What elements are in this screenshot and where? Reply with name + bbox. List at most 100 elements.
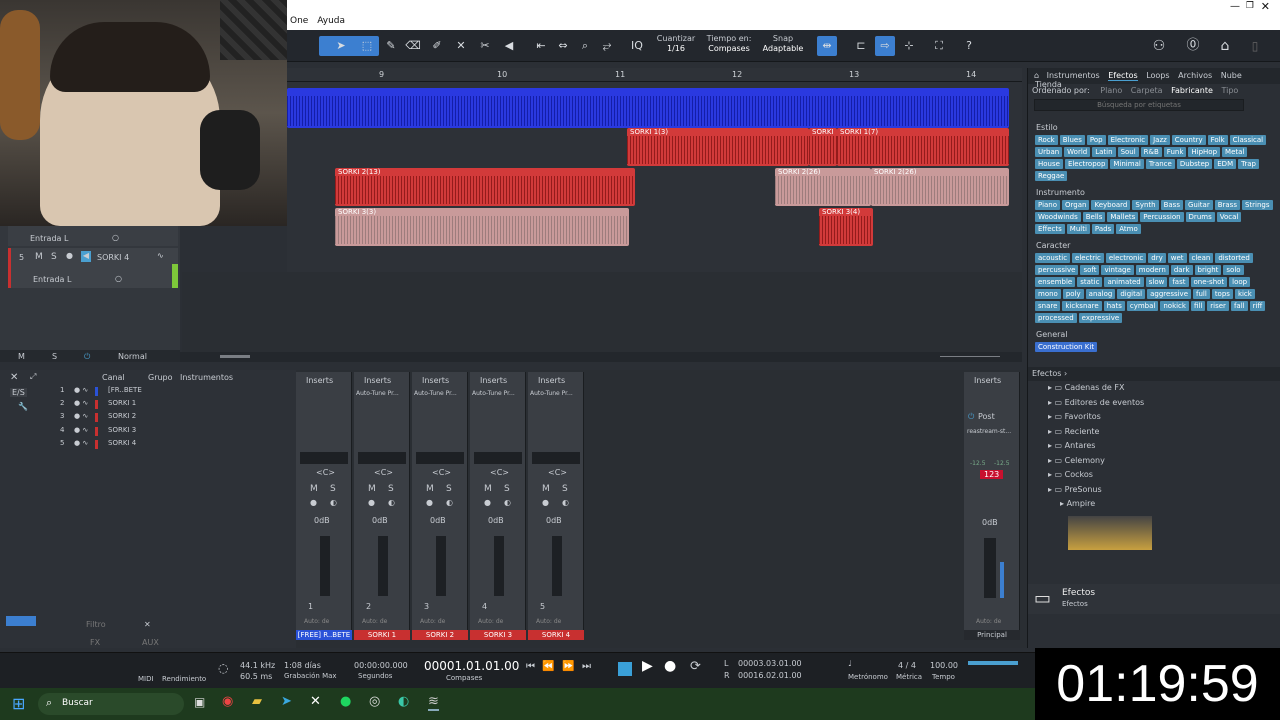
automation-mode[interactable]: Auto: de (478, 618, 503, 625)
record-icon[interactable]: ● (66, 251, 73, 260)
inserts-button[interactable]: Inserts (364, 376, 391, 385)
tree-item[interactable]: ▸ ▭ Celemony (1048, 456, 1280, 471)
autoscroll-icon[interactable]: ⇨ (875, 36, 895, 56)
close-icon[interactable]: ✕ (1261, 0, 1270, 13)
main-inserts[interactable]: Inserts (974, 376, 1001, 385)
sort-fabricante[interactable]: Fabricante (1171, 86, 1213, 95)
tag-caracter[interactable]: soft (1080, 265, 1100, 275)
tag-caracter[interactable]: digital (1117, 289, 1146, 299)
tag-instrumento[interactable]: Guitar (1184, 200, 1213, 210)
solo-button[interactable]: S (330, 484, 336, 494)
bend-tool-icon[interactable]: ⥂ (597, 36, 617, 56)
audio-device-icon[interactable]: ⓪ (1183, 36, 1203, 56)
main-fader[interactable] (984, 538, 996, 598)
inserts-button[interactable]: Inserts (306, 376, 333, 385)
piano-view-icon[interactable] (6, 616, 36, 626)
tag-estilo[interactable]: Urban (1035, 147, 1063, 157)
zoom-slider[interactable] (940, 356, 1000, 357)
tree-item[interactable]: ▸ ▭ Reciente (1048, 427, 1280, 442)
tag-caracter[interactable]: aggressive (1147, 289, 1192, 299)
automation-mode[interactable]: Auto: de (536, 618, 561, 625)
track-mode[interactable]: Normal (118, 352, 147, 361)
monitor-icon[interactable]: ◐ (330, 498, 337, 507)
expand-icon[interactable]: ⤢ (30, 372, 36, 382)
tree-item[interactable]: ▸ ▭ Antares (1048, 441, 1280, 456)
mute-tool-icon[interactable]: ✕ (451, 36, 471, 56)
tag-instrumento[interactable]: Drums (1185, 212, 1215, 222)
tab-archivos[interactable]: Archivos (1178, 71, 1212, 80)
record-icon[interactable]: ● (542, 498, 549, 507)
tag-caracter[interactable]: kicksnare (1062, 301, 1102, 311)
tag-caracter[interactable]: one-shot (1190, 277, 1228, 287)
scroll-thumb[interactable] (220, 355, 250, 358)
volume-fader[interactable] (494, 536, 504, 596)
tree-item[interactable]: ▸ ▭ Favoritos (1048, 412, 1280, 427)
restore-icon[interactable]: ❐ (1246, 1, 1254, 11)
tree-item[interactable]: ▸ ▭ Editores de eventos (1048, 398, 1280, 413)
post-power-icon[interactable]: ⏻ (968, 412, 974, 422)
inserts-button[interactable]: Inserts (422, 376, 449, 385)
insert-plugin[interactable]: Auto-Tune Pr... (530, 390, 573, 397)
audio-clip[interactable]: SORKI 1(7) (837, 128, 1009, 166)
tag-caracter[interactable]: animated (1104, 277, 1144, 287)
sort-plano[interactable]: Plano (1100, 86, 1122, 95)
home-tab-icon[interactable]: ⌂ (1034, 71, 1039, 80)
volume-fader[interactable] (378, 536, 388, 596)
tree-item[interactable]: ▸ ▭ PreSonus (1048, 485, 1280, 500)
record-button-icon[interactable]: ● (664, 658, 676, 674)
tag-caracter[interactable]: poly (1062, 289, 1084, 299)
rewind-start-icon[interactable]: ⏮ (526, 661, 535, 672)
tag-estilo[interactable]: Metal (1222, 147, 1248, 157)
channel-row[interactable]: 3 ● ∿ SORKI 2 (44, 412, 174, 425)
tag-caracter[interactable]: analog (1085, 289, 1116, 299)
iq-button[interactable]: IQ (627, 36, 647, 56)
channel-row[interactable]: 5 ● ∿ SORKI 4 (44, 439, 174, 452)
tab-nube[interactable]: Nube (1221, 71, 1242, 80)
tag-estilo[interactable]: Classical (1229, 135, 1267, 145)
record-dot-icon[interactable]: ○ (112, 233, 119, 242)
tab-instrumentos[interactable]: Instrumentos (1047, 71, 1100, 80)
tag-caracter[interactable]: modern (1135, 265, 1169, 275)
nudge-left-icon[interactable]: ⇤ (531, 36, 551, 56)
clip-indicator[interactable]: 123 (980, 470, 1004, 479)
tag-caracter[interactable]: wet (1167, 253, 1187, 263)
tag-instrumento[interactable]: Effects (1035, 224, 1065, 234)
blank-page-icon[interactable]: ▯ (1245, 36, 1265, 56)
volume-fader[interactable] (552, 536, 562, 596)
ampire-thumbnail[interactable] (1068, 515, 1152, 550)
tag-caracter[interactable]: electric (1072, 253, 1104, 263)
audio-clip[interactable]: SORKI 2(26) (871, 168, 1009, 206)
audio-clip[interactable]: SORKI (809, 128, 837, 166)
tag-caracter[interactable]: electronic (1105, 253, 1147, 263)
seconds-display[interactable]: 00:00:00.000 (354, 661, 408, 670)
tag-caracter[interactable]: static (1077, 277, 1103, 287)
fx-button[interactable]: FX (90, 638, 100, 647)
mute-all-button[interactable]: M (18, 352, 25, 361)
mute-button[interactable]: M (426, 484, 434, 494)
tag-caracter[interactable]: bright (1194, 265, 1222, 275)
tag-estilo[interactable]: EDM (1214, 159, 1237, 169)
tag-caracter[interactable]: clean (1188, 253, 1214, 263)
menu-one[interactable]: One (290, 16, 308, 26)
quantize-selector[interactable]: Cuantizar 1/16 (652, 34, 700, 54)
aux-button[interactable]: AUX (142, 638, 159, 647)
tempo-value[interactable]: 100.00 (930, 661, 958, 670)
monitor-icon[interactable]: ◐ (504, 498, 511, 507)
solo-button[interactable]: S (388, 484, 394, 494)
main-automation[interactable]: Auto: de (976, 618, 1001, 625)
tag-caracter[interactable]: hats (1103, 301, 1125, 311)
taskbar-search[interactable]: ⌕ Buscar (38, 693, 184, 715)
tag-instrumento[interactable]: Bass (1160, 200, 1183, 210)
tag-caracter[interactable]: fast (1169, 277, 1189, 287)
tag-caracter[interactable]: nokick (1160, 301, 1189, 311)
tag-caracter[interactable]: riser (1207, 301, 1229, 311)
loop-end[interactable]: 00016.02.01.00 (738, 671, 802, 680)
tag-estilo[interactable]: R&B (1140, 147, 1162, 157)
tag-estilo[interactable]: HipHop (1188, 147, 1221, 157)
channel-row[interactable]: 2 ● ∿ SORKI 1 (44, 399, 174, 412)
tag-instrumento[interactable]: Percussion (1140, 212, 1184, 222)
tag-instrumento[interactable]: Piano (1035, 200, 1061, 210)
capcut-icon[interactable]: ✕ (310, 694, 321, 709)
audio-clip[interactable]: SORKI 2(13) (335, 168, 635, 206)
tag-instrumento[interactable]: Bells (1082, 212, 1106, 222)
